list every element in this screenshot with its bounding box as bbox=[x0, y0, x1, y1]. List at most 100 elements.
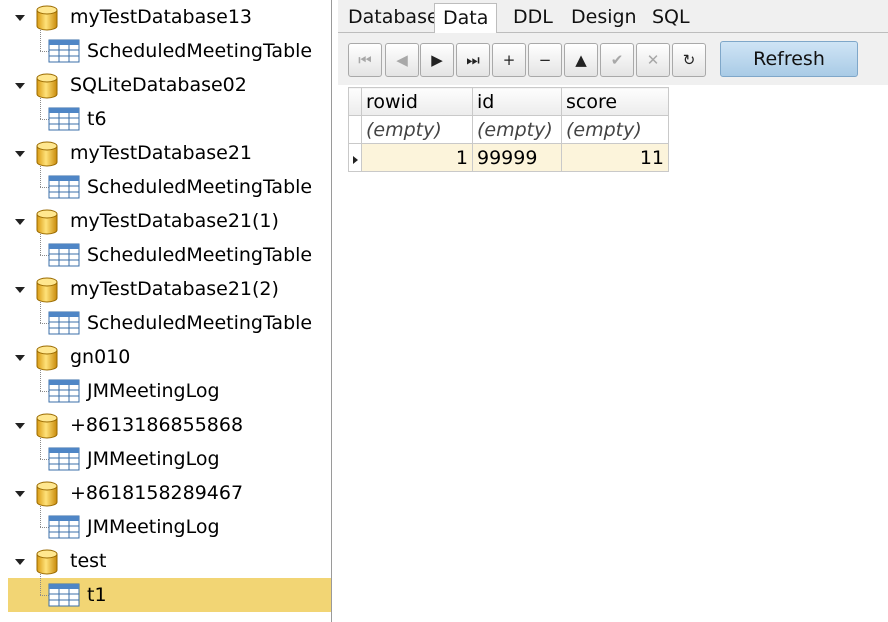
database-icon bbox=[33, 72, 61, 100]
database-icon bbox=[33, 276, 61, 304]
refresh-data-button[interactable]: ↻ bbox=[672, 43, 706, 77]
tree-item-label: JMMeetingLog bbox=[87, 380, 220, 402]
tree-connector bbox=[40, 574, 41, 595]
table-icon bbox=[48, 582, 80, 608]
tree-item-label: t1 bbox=[87, 584, 107, 606]
database-tree[interactable]: myTestDatabase13 ScheduledMeetingTable SQL… bbox=[0, 0, 332, 622]
tree-item-table[interactable]: JMMeetingLog bbox=[0, 438, 331, 476]
tree-node-list: myTestDatabase13 ScheduledMeetingTable SQL… bbox=[0, 0, 331, 612]
collapse-arrow-icon[interactable] bbox=[14, 284, 26, 296]
data-grid[interactable]: rowid id score (empty) (empty) (empty) 1… bbox=[348, 87, 669, 172]
tab-bar: Database Data DDL Design SQL bbox=[338, 0, 888, 34]
grid-header-row: rowid id score bbox=[348, 87, 669, 116]
tree-connector bbox=[40, 98, 41, 119]
table-icon bbox=[48, 242, 80, 268]
tree-item-label: myTestDatabase21(2) bbox=[70, 278, 279, 300]
cancel-edit-icon: ✕ bbox=[646, 51, 660, 69]
tree-item-label: t6 bbox=[87, 108, 107, 130]
database-icon bbox=[33, 208, 61, 236]
cell-rowid[interactable]: 1 bbox=[361, 143, 473, 172]
database-icon bbox=[33, 4, 61, 32]
tree-item-table[interactable]: JMMeetingLog bbox=[0, 506, 331, 544]
tree-item-label: SQLiteDatabase02 bbox=[70, 74, 247, 96]
column-header-rowid[interactable]: rowid bbox=[361, 87, 473, 116]
tree-item-database[interactable]: SQLiteDatabase02 bbox=[0, 68, 331, 102]
tab-database[interactable]: Database bbox=[340, 3, 447, 33]
collapse-arrow-icon[interactable] bbox=[14, 420, 26, 432]
data-navigator-toolbar: ⏮ ◀ ▶ ⏭ + − ▲ ✔ ✕ ↻ Refresh bbox=[338, 33, 888, 85]
post-edit-button[interactable]: ✔ bbox=[600, 43, 634, 77]
last-record-button[interactable]: ⏭ bbox=[456, 43, 490, 77]
collapse-arrow-icon[interactable] bbox=[14, 352, 26, 364]
filter-cell-score[interactable]: (empty) bbox=[561, 115, 669, 144]
collapse-arrow-icon[interactable] bbox=[14, 148, 26, 160]
delete-record-icon: − bbox=[538, 51, 552, 69]
tree-item-table[interactable]: ScheduledMeetingTable bbox=[0, 30, 331, 68]
insert-record-button[interactable]: + bbox=[492, 43, 526, 77]
tree-item-table[interactable]: ScheduledMeetingTable bbox=[0, 302, 331, 340]
tree-connector bbox=[40, 370, 41, 391]
row-indicator-filter bbox=[348, 115, 362, 144]
insert-record-icon: + bbox=[502, 51, 516, 69]
prior-record-button[interactable]: ◀ bbox=[385, 43, 419, 77]
collapse-arrow-icon[interactable] bbox=[14, 488, 26, 500]
column-header-id[interactable]: id bbox=[472, 87, 562, 116]
refresh-data-icon: ↻ bbox=[682, 51, 696, 69]
tree-item-table[interactable]: ScheduledMeetingTable bbox=[0, 234, 331, 272]
tree-item-database[interactable]: myTestDatabase21(2) bbox=[0, 272, 331, 306]
tree-item-label: test bbox=[70, 550, 107, 572]
collapse-arrow-icon[interactable] bbox=[14, 556, 26, 568]
row-pointer-icon bbox=[353, 155, 358, 164]
column-header-score[interactable]: score bbox=[561, 87, 669, 116]
tree-item-database[interactable]: test bbox=[0, 544, 331, 578]
next-record-button[interactable]: ▶ bbox=[420, 43, 454, 77]
tab-ddl[interactable]: DDL bbox=[505, 3, 561, 33]
refresh-button[interactable]: Refresh bbox=[720, 41, 858, 77]
delete-record-button[interactable]: − bbox=[528, 43, 562, 77]
cancel-edit-button[interactable]: ✕ bbox=[636, 43, 670, 77]
tree-item-table[interactable]: t6 bbox=[0, 98, 331, 136]
tab-data[interactable]: Data bbox=[434, 3, 498, 34]
cell-id[interactable]: 99999 bbox=[472, 143, 562, 172]
table-icon bbox=[48, 514, 80, 540]
tree-item-label: myTestDatabase21(1) bbox=[70, 210, 279, 232]
tree-item-label: JMMeetingLog bbox=[87, 448, 220, 470]
filter-cell-rowid[interactable]: (empty) bbox=[361, 115, 473, 144]
collapse-arrow-icon[interactable] bbox=[14, 12, 26, 24]
tree-item-database[interactable]: myTestDatabase13 bbox=[0, 0, 331, 34]
first-record-icon: ⏮ bbox=[358, 51, 372, 69]
table-icon bbox=[48, 174, 80, 200]
tree-item-table[interactable]: t1 bbox=[0, 574, 331, 612]
grid-filter-row: (empty) (empty) (empty) bbox=[348, 115, 669, 144]
tree-item-label: +8613186855868 bbox=[70, 414, 244, 436]
edit-record-button[interactable]: ▲ bbox=[564, 43, 598, 77]
tree-item-database[interactable]: +8613186855868 bbox=[0, 408, 331, 442]
tab-design[interactable]: Design bbox=[563, 3, 645, 33]
database-icon bbox=[33, 344, 61, 372]
tree-item-database[interactable]: gn010 bbox=[0, 340, 331, 374]
tree-connector bbox=[40, 506, 41, 527]
tree-item-database[interactable]: myTestDatabase21(1) bbox=[0, 204, 331, 238]
filter-cell-id[interactable]: (empty) bbox=[472, 115, 562, 144]
tree-item-database[interactable]: +8618158289467 bbox=[0, 476, 331, 510]
editor-panel: Database Data DDL Design SQL ⏮ ◀ ▶ ⏭ + − ▲ ✔ ✕ ↻ … bbox=[338, 0, 888, 622]
cell-score[interactable]: 11 bbox=[561, 143, 669, 172]
collapse-arrow-icon[interactable] bbox=[14, 80, 26, 92]
data-grid-area[interactable]: rowid id score (empty) (empty) (empty) 1… bbox=[338, 85, 888, 622]
collapse-arrow-icon[interactable] bbox=[14, 216, 26, 228]
tab-sql[interactable]: SQL bbox=[644, 3, 698, 33]
database-icon bbox=[33, 412, 61, 440]
table-icon bbox=[48, 310, 80, 336]
prior-record-icon: ◀ bbox=[396, 51, 408, 69]
first-record-button[interactable]: ⏮ bbox=[348, 43, 382, 77]
tree-item-label: ScheduledMeetingTable bbox=[87, 40, 313, 62]
tree-item-table[interactable]: ScheduledMeetingTable bbox=[0, 166, 331, 204]
table-icon bbox=[48, 106, 80, 132]
table-row[interactable]: 1 99999 11 bbox=[348, 143, 669, 172]
tree-connector bbox=[40, 438, 41, 459]
tree-item-label: myTestDatabase21 bbox=[70, 142, 253, 164]
tree-item-table[interactable]: JMMeetingLog bbox=[0, 370, 331, 408]
tree-item-database[interactable]: myTestDatabase21 bbox=[0, 136, 331, 170]
edit-record-icon: ▲ bbox=[575, 51, 587, 69]
tree-item-label: JMMeetingLog bbox=[87, 516, 220, 538]
